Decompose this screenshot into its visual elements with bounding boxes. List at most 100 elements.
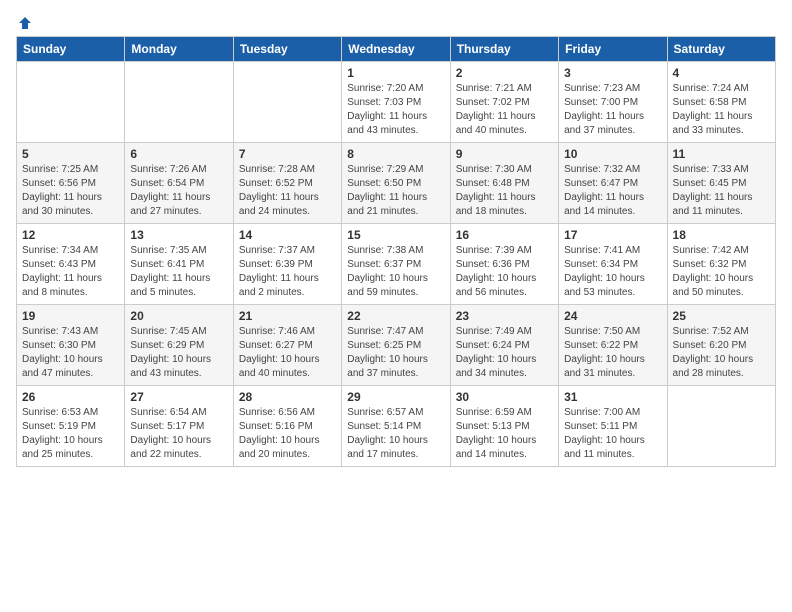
- day-info: Sunrise: 7:35 AMSunset: 6:41 PMDaylight:…: [130, 244, 227, 300]
- day-number: 17: [564, 228, 661, 242]
- calendar-cell: 9 Sunrise: 7:30 AMSunset: 6:48 PMDaylight…: [450, 143, 558, 224]
- day-number: 27: [130, 390, 227, 404]
- week-row-5: 26Sunrise: 6:53 AMSunset: 5:19 PMDayligh…: [17, 386, 776, 467]
- calendar-cell: 25 Sunrise: 7:52 AMSunset: 6:20 PMDayligh…: [667, 305, 775, 386]
- day-number: 8: [347, 147, 444, 161]
- day-number: 1: [347, 66, 444, 80]
- calendar-cell: 12 Sunrise: 7:34 AMSunset: 6:43 PMDayligh…: [17, 224, 125, 305]
- logo: [16, 16, 32, 26]
- day-number: 5: [22, 147, 119, 161]
- day-info: Sunrise: 6:54 AMSunset: 5:17 PMDaylight:…: [130, 406, 227, 462]
- day-info: Sunrise: 7:47 AMSunset: 6:25 PMDaylight:…: [347, 325, 444, 381]
- day-info: Sunrise: 6:57 AMSunset: 5:14 PMDaylight:…: [347, 406, 444, 462]
- logo-icon: [18, 16, 32, 30]
- day-number: 26: [22, 390, 119, 404]
- day-number: 11: [673, 147, 770, 161]
- day-info: Sunrise: 7:50 AMSunset: 6:22 PMDaylight:…: [564, 325, 661, 381]
- calendar-cell: 16Sunrise: 7:39 AMSunset: 6:36 PMDayligh…: [450, 224, 558, 305]
- day-number: 7: [239, 147, 336, 161]
- week-row-4: 19 Sunrise: 7:43 AMSunset: 6:30 PMDayligh…: [17, 305, 776, 386]
- calendar-cell: 17 Sunrise: 7:41 AMSunset: 6:34 PMDayligh…: [559, 224, 667, 305]
- calendar-cell: 19 Sunrise: 7:43 AMSunset: 6:30 PMDayligh…: [17, 305, 125, 386]
- day-number: 21: [239, 309, 336, 323]
- day-info: Sunrise: 7:21 AMSunset: 7:02 PMDaylight:…: [456, 82, 553, 138]
- calendar-cell: 15 Sunrise: 7:38 AMSunset: 6:37 PMDayligh…: [342, 224, 450, 305]
- day-info: Sunrise: 7:34 AMSunset: 6:43 PMDaylight:…: [22, 244, 119, 300]
- day-info: Sunrise: 7:28 AMSunset: 6:52 PMDaylight:…: [239, 163, 336, 219]
- day-number: 6: [130, 147, 227, 161]
- calendar-cell: 5 Sunrise: 7:25 AMSunset: 6:56 PMDaylight…: [17, 143, 125, 224]
- day-number: 14: [239, 228, 336, 242]
- calendar-body: 1 Sunrise: 7:20 AMSunset: 7:03 PMDaylight…: [17, 62, 776, 467]
- header-sunday: Sunday: [17, 37, 125, 62]
- day-number: 9: [456, 147, 553, 161]
- calendar-cell: 24 Sunrise: 7:50 AMSunset: 6:22 PMDayligh…: [559, 305, 667, 386]
- day-info: Sunrise: 7:41 AMSunset: 6:34 PMDaylight:…: [564, 244, 661, 300]
- calendar-cell: 7 Sunrise: 7:28 AMSunset: 6:52 PMDaylight…: [233, 143, 341, 224]
- header-thursday: Thursday: [450, 37, 558, 62]
- day-number: 23: [456, 309, 553, 323]
- day-info: Sunrise: 7:23 AMSunset: 7:00 PMDaylight:…: [564, 82, 661, 138]
- day-info: Sunrise: 7:32 AMSunset: 6:47 PMDaylight:…: [564, 163, 661, 219]
- day-number: 20: [130, 309, 227, 323]
- day-number: 18: [673, 228, 770, 242]
- calendar-cell: [125, 62, 233, 143]
- day-number: 19: [22, 309, 119, 323]
- day-info: Sunrise: 7:33 AMSunset: 6:45 PMDaylight:…: [673, 163, 770, 219]
- day-number: 4: [673, 66, 770, 80]
- day-number: 24: [564, 309, 661, 323]
- header-tuesday: Tuesday: [233, 37, 341, 62]
- day-info: Sunrise: 7:43 AMSunset: 6:30 PMDaylight:…: [22, 325, 119, 381]
- calendar-cell: 28 Sunrise: 6:56 AMSunset: 5:16 PMDayligh…: [233, 386, 341, 467]
- day-number: 3: [564, 66, 661, 80]
- day-info: Sunrise: 7:20 AMSunset: 7:03 PMDaylight:…: [347, 82, 444, 138]
- page-header: [16, 16, 776, 26]
- day-number: 12: [22, 228, 119, 242]
- calendar-cell: 1 Sunrise: 7:20 AMSunset: 7:03 PMDaylight…: [342, 62, 450, 143]
- calendar-cell: 31Sunrise: 7:00 AMSunset: 5:11 PMDayligh…: [559, 386, 667, 467]
- calendar-cell: 29Sunrise: 6:57 AMSunset: 5:14 PMDayligh…: [342, 386, 450, 467]
- calendar-cell: 10 Sunrise: 7:32 AMSunset: 6:47 PMDayligh…: [559, 143, 667, 224]
- day-info: Sunrise: 7:29 AMSunset: 6:50 PMDaylight:…: [347, 163, 444, 219]
- day-info: Sunrise: 7:39 AMSunset: 6:36 PMDaylight:…: [456, 244, 553, 300]
- calendar-cell: 3 Sunrise: 7:23 AMSunset: 7:00 PMDaylight…: [559, 62, 667, 143]
- calendar-cell: 20 Sunrise: 7:45 AMSunset: 6:29 PMDayligh…: [125, 305, 233, 386]
- day-info: Sunrise: 7:30 AMSunset: 6:48 PMDaylight:…: [456, 163, 553, 219]
- day-number: 28: [239, 390, 336, 404]
- day-info: Sunrise: 7:25 AMSunset: 6:56 PMDaylight:…: [22, 163, 119, 219]
- week-row-2: 5 Sunrise: 7:25 AMSunset: 6:56 PMDaylight…: [17, 143, 776, 224]
- day-number: 10: [564, 147, 661, 161]
- day-info: Sunrise: 7:46 AMSunset: 6:27 PMDaylight:…: [239, 325, 336, 381]
- header-friday: Friday: [559, 37, 667, 62]
- day-info: Sunrise: 7:45 AMSunset: 6:29 PMDaylight:…: [130, 325, 227, 381]
- calendar-cell: 6Sunrise: 7:26 AMSunset: 6:54 PMDaylight…: [125, 143, 233, 224]
- day-info: Sunrise: 7:52 AMSunset: 6:20 PMDaylight:…: [673, 325, 770, 381]
- day-number: 13: [130, 228, 227, 242]
- calendar-cell: 23Sunrise: 7:49 AMSunset: 6:24 PMDayligh…: [450, 305, 558, 386]
- day-number: 22: [347, 309, 444, 323]
- week-row-1: 1 Sunrise: 7:20 AMSunset: 7:03 PMDaylight…: [17, 62, 776, 143]
- calendar-cell: [17, 62, 125, 143]
- calendar-cell: 11 Sunrise: 7:33 AMSunset: 6:45 PMDayligh…: [667, 143, 775, 224]
- day-info: Sunrise: 7:37 AMSunset: 6:39 PMDaylight:…: [239, 244, 336, 300]
- calendar-cell: [667, 386, 775, 467]
- day-info: Sunrise: 7:00 AMSunset: 5:11 PMDaylight:…: [564, 406, 661, 462]
- day-info: Sunrise: 6:56 AMSunset: 5:16 PMDaylight:…: [239, 406, 336, 462]
- calendar-cell: 8 Sunrise: 7:29 AMSunset: 6:50 PMDaylight…: [342, 143, 450, 224]
- day-info: Sunrise: 7:38 AMSunset: 6:37 PMDaylight:…: [347, 244, 444, 300]
- header-monday: Monday: [125, 37, 233, 62]
- calendar-cell: 13 Sunrise: 7:35 AMSunset: 6:41 PMDayligh…: [125, 224, 233, 305]
- calendar-cell: [233, 62, 341, 143]
- day-number: 30: [456, 390, 553, 404]
- day-number: 2: [456, 66, 553, 80]
- calendar-table: Sunday Monday Tuesday Wednesday Thursday…: [16, 36, 776, 467]
- day-info: Sunrise: 7:24 AMSunset: 6:58 PMDaylight:…: [673, 82, 770, 138]
- day-info: Sunrise: 7:42 AMSunset: 6:32 PMDaylight:…: [673, 244, 770, 300]
- day-number: 15: [347, 228, 444, 242]
- calendar-cell: 26Sunrise: 6:53 AMSunset: 5:19 PMDayligh…: [17, 386, 125, 467]
- calendar-cell: 30 Sunrise: 6:59 AMSunset: 5:13 PMDayligh…: [450, 386, 558, 467]
- header-saturday: Saturday: [667, 37, 775, 62]
- day-number: 25: [673, 309, 770, 323]
- day-info: Sunrise: 6:59 AMSunset: 5:13 PMDaylight:…: [456, 406, 553, 462]
- calendar-cell: 21 Sunrise: 7:46 AMSunset: 6:27 PMDayligh…: [233, 305, 341, 386]
